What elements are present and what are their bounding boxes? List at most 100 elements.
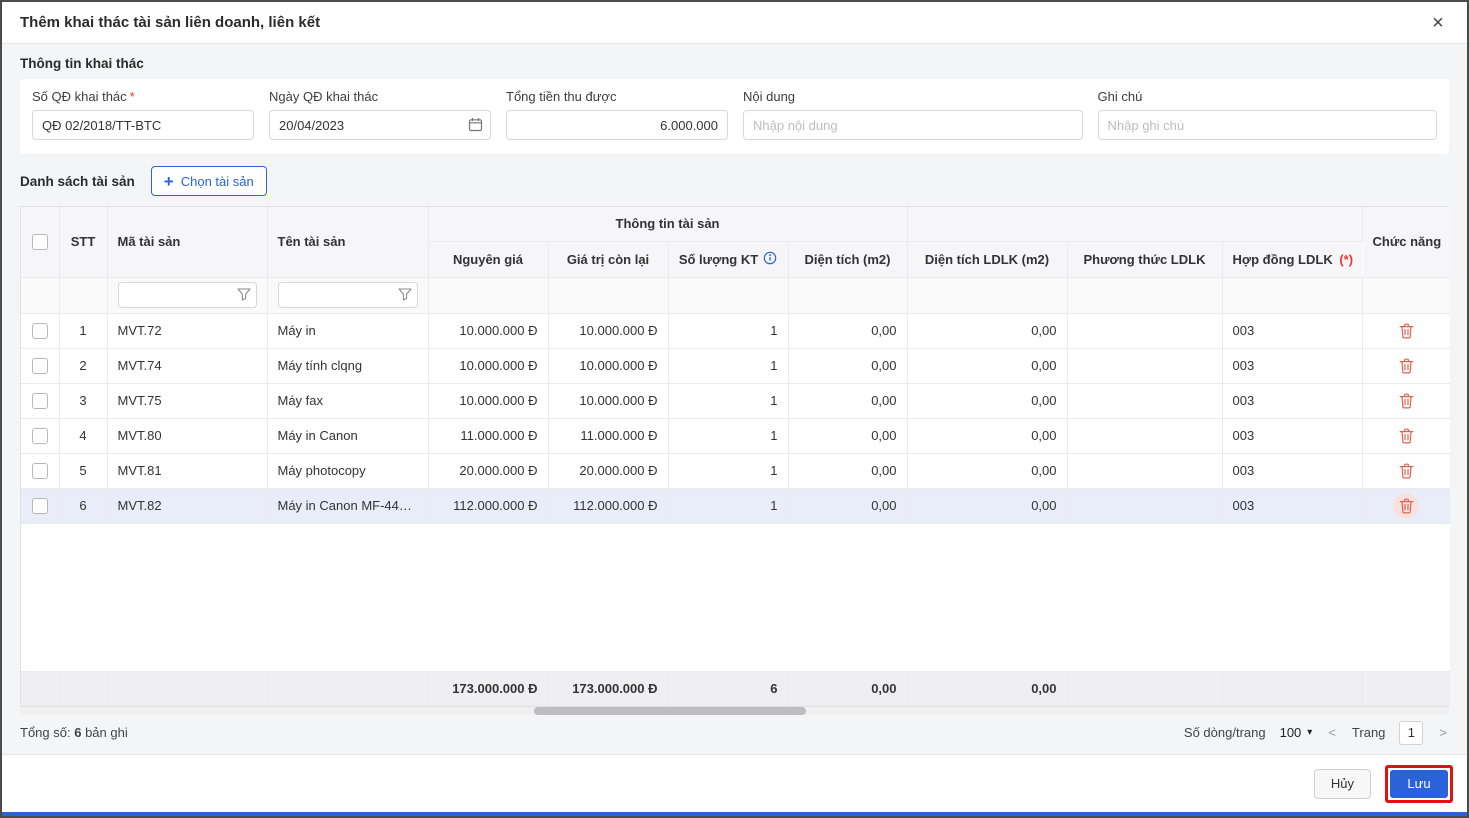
table-row[interactable]: 2 MVT.74 Máy tính clqng 10.000.000 Đ 10.…: [21, 348, 1450, 384]
table-row[interactable]: 6 MVT.82 Máy in Canon MF-445D... 112.000…: [21, 488, 1450, 524]
col-header-ldlk-area: Diện tích LDLK (m2): [907, 241, 1068, 278]
trash-icon: [1399, 358, 1414, 374]
cell-cost: 10.000.000 Đ: [428, 348, 549, 384]
cell-contract: 003: [1222, 348, 1363, 384]
filter-empty-cell: [1222, 277, 1363, 314]
required-note: (*): [1339, 251, 1354, 267]
row-checkbox-cell: [21, 453, 60, 489]
close-icon[interactable]: ×: [1425, 10, 1451, 36]
cell-cost: 20.000.000 Đ: [428, 453, 549, 489]
row-checkbox-cell: [21, 383, 60, 419]
col-header-stt: STT: [59, 207, 108, 278]
col-header-qty: Số lượng KT: [668, 241, 789, 278]
cell-qty: 1: [668, 383, 789, 419]
chevron-down-icon: ▾: [1307, 727, 1313, 738]
cancel-button[interactable]: Hủy: [1313, 768, 1371, 799]
choose-assets-button[interactable]: + Chọn tài sản: [150, 166, 267, 196]
total-count: 6: [74, 725, 82, 740]
cell-actions: [1362, 313, 1450, 349]
delete-row-button[interactable]: [1393, 388, 1419, 414]
name-filter-input[interactable]: [277, 282, 418, 308]
calendar-icon[interactable]: [468, 117, 483, 135]
cell-ldlk-area: 0,00: [907, 313, 1068, 349]
table-row[interactable]: 4 MVT.80 Máy in Canon 11.000.000 Đ 11.00…: [21, 418, 1450, 454]
current-page-input[interactable]: 1: [1399, 720, 1424, 745]
horizontal-scrollbar[interactable]: [20, 706, 1449, 715]
cell-stt: 3: [59, 383, 108, 419]
row-checkbox-cell: [21, 418, 60, 454]
row-checkbox[interactable]: [31, 427, 48, 444]
table-row[interactable]: 5 MVT.81 Máy photocopy 20.000.000 Đ 20.0…: [21, 453, 1450, 489]
noi-dung-input[interactable]: [743, 110, 1083, 140]
delete-row-button[interactable]: [1393, 423, 1419, 449]
info-section-heading: Thông tin khai thác: [20, 56, 144, 71]
cell-ldlk-area: 0,00: [907, 383, 1068, 419]
cell-contract: 003: [1222, 313, 1363, 349]
field-label: Ghi chú: [1097, 89, 1143, 104]
save-button[interactable]: Lưu: [1390, 769, 1448, 798]
table-row[interactable]: 3 MVT.75 Máy fax 10.000.000 Đ 10.000.000…: [21, 383, 1450, 419]
cell-ldlk-area: 0,00: [907, 418, 1068, 454]
cell-ldlk-area: 0,00: [907, 488, 1068, 524]
cell-remain: 10.000.000 Đ: [548, 348, 669, 384]
delete-row-button[interactable]: [1393, 458, 1419, 484]
delete-row-button[interactable]: [1393, 492, 1420, 519]
cell-cost: 10.000.000 Đ: [428, 313, 549, 349]
plus-icon: +: [163, 171, 174, 191]
row-checkbox-cell: [21, 348, 60, 384]
delete-row-button[interactable]: [1393, 353, 1419, 379]
ghi-chu-input[interactable]: [1097, 110, 1437, 140]
rows-per-page-label: Số dòng/trang: [1183, 725, 1266, 740]
rows-per-page-select[interactable]: 100 ▾: [1280, 725, 1313, 740]
cell-stt: 2: [59, 348, 108, 384]
select-all-checkbox[interactable]: [31, 234, 48, 251]
field-ghi-chu: Ghi chú: [1097, 89, 1437, 140]
info-form: Số QĐ khai thác* Ngày QĐ khai thác Tổng …: [20, 79, 1449, 154]
cell-contract: 003: [1222, 488, 1363, 524]
cell-code: MVT.81: [107, 453, 268, 489]
group-header-asset-info: Thông tin tài sản: [428, 207, 908, 242]
col-header-actions: Chức năng: [1362, 207, 1450, 278]
cell-stt: 6: [59, 488, 108, 524]
cell-name: Máy tính clqng: [267, 348, 429, 384]
tong-tien-input[interactable]: [506, 110, 728, 140]
table-row[interactable]: 1 MVT.72 Máy in 10.000.000 Đ 10.000.000 …: [21, 313, 1450, 349]
cell-code: MVT.72: [107, 313, 268, 349]
filter-empty-cell: [668, 277, 789, 314]
asset-table: STT Mã tài sản Tên tài sản Thông tin tài…: [20, 206, 1450, 707]
row-checkbox-cell: [21, 488, 60, 524]
asset-list-header: Danh sách tài sản + Chọn tài sản: [20, 166, 1449, 196]
cell-area: 0,00: [788, 348, 908, 384]
cell-method: [1067, 418, 1223, 454]
filter-name-cell: [267, 277, 429, 314]
cell-contract: 003: [1222, 453, 1363, 489]
filter-icon[interactable]: [236, 288, 251, 304]
cell-cost: 10.000.000 Đ: [428, 383, 549, 419]
cell-name: Máy in: [267, 313, 429, 349]
row-checkbox[interactable]: [31, 357, 48, 374]
cell-contract: 003: [1222, 383, 1363, 419]
prev-page-icon[interactable]: <: [1326, 725, 1338, 740]
filter-icon[interactable]: [397, 288, 412, 304]
delete-row-button[interactable]: [1393, 318, 1419, 344]
field-tong-tien: Tổng tiền thu được: [506, 89, 728, 140]
row-checkbox[interactable]: [31, 392, 48, 409]
ngay-qd-input[interactable]: [269, 110, 491, 140]
row-checkbox[interactable]: [31, 497, 48, 514]
col-header-contract: Hợp đồng LDLK (*): [1222, 241, 1362, 278]
asset-section-heading: Danh sách tài sản: [20, 173, 135, 189]
next-page-icon[interactable]: >: [1437, 725, 1449, 740]
scrollbar-thumb[interactable]: [534, 706, 806, 715]
cell-qty: 1: [668, 418, 789, 454]
filter-empty-cell: [59, 277, 108, 314]
summary-area: 0,00: [788, 671, 908, 706]
cell-remain: 10.000.000 Đ: [548, 383, 669, 419]
row-checkbox[interactable]: [31, 462, 48, 479]
info-icon[interactable]: [763, 251, 777, 268]
so-qd-input[interactable]: [32, 110, 254, 140]
cell-area: 0,00: [788, 383, 908, 419]
filter-empty-cell: [1362, 277, 1450, 314]
field-label: Số QĐ khai thác *: [32, 89, 135, 104]
filter-empty-cell: [548, 277, 669, 314]
row-checkbox[interactable]: [31, 322, 48, 339]
